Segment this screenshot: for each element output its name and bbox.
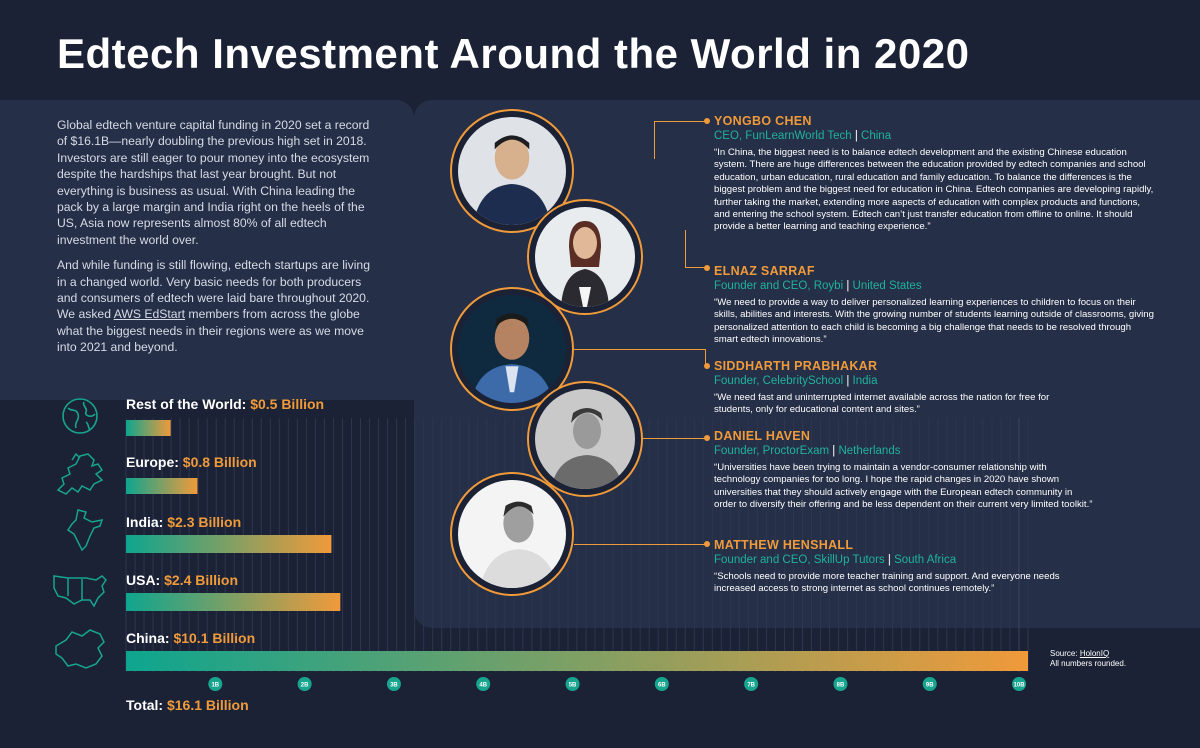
quote-text: “We need fast and uninterrupted internet… xyxy=(714,392,1050,416)
person-name: DANIEL HAVEN xyxy=(714,429,811,443)
person-name: MATTHEW HENSHALL xyxy=(714,538,854,552)
role-text: Founder, CelebritySchool xyxy=(714,375,844,387)
country-text: Netherlands xyxy=(838,445,901,457)
person-role: Founder, CelebritySchool | India xyxy=(714,375,878,387)
quote-text: “In China, the biggest need is to balanc… xyxy=(714,147,1154,233)
quote-yongbo-chen: YONGBO CHEN CEO, FunLearnWorld Tech | Ch… xyxy=(714,114,1154,234)
quote-text: “Schools need to provide more teacher tr… xyxy=(714,571,1060,595)
country-text: China xyxy=(861,130,892,142)
person-role: CEO, FunLearnWorld Tech | China xyxy=(714,130,892,142)
person-role: Founder and CEO, SkillUp Tutors | South … xyxy=(714,554,957,566)
role-text: Founder and CEO, Roybi xyxy=(714,280,844,292)
quote-elnaz-sarraf: ELNAZ SARRAF Founder and CEO, Roybi | Un… xyxy=(714,264,1154,347)
person-name: SIDDHARTH PRABHAKAR xyxy=(714,359,878,373)
person-name: ELNAZ SARRAF xyxy=(714,264,815,278)
role-text: CEO, FunLearnWorld Tech xyxy=(714,130,852,142)
person-role: Founder, ProctorExam | Netherlands xyxy=(714,445,901,457)
country-text: India xyxy=(852,375,878,387)
country-text: United States xyxy=(852,280,922,292)
role-text: Founder, ProctorExam xyxy=(714,445,830,457)
person-name: YONGBO CHEN xyxy=(714,114,812,128)
quote-text: “Universities have been trying to mainta… xyxy=(714,462,1093,511)
role-text: Founder and CEO, SkillUp Tutors xyxy=(714,554,885,566)
person-role: Founder and CEO, Roybi | United States xyxy=(714,280,922,292)
quote-siddharth-prabhakar: SIDDHARTH PRABHAKAR Founder, CelebritySc… xyxy=(714,359,1154,417)
quote-text: “We need to provide a way to deliver per… xyxy=(714,297,1154,346)
country-text: South Africa xyxy=(894,554,957,566)
quote-matthew-henshall: MATTHEW HENSHALL Founder and CEO, SkillU… xyxy=(714,538,1154,596)
quote-daniel-haven: DANIEL HAVEN Founder, ProctorExam | Neth… xyxy=(714,429,1154,512)
